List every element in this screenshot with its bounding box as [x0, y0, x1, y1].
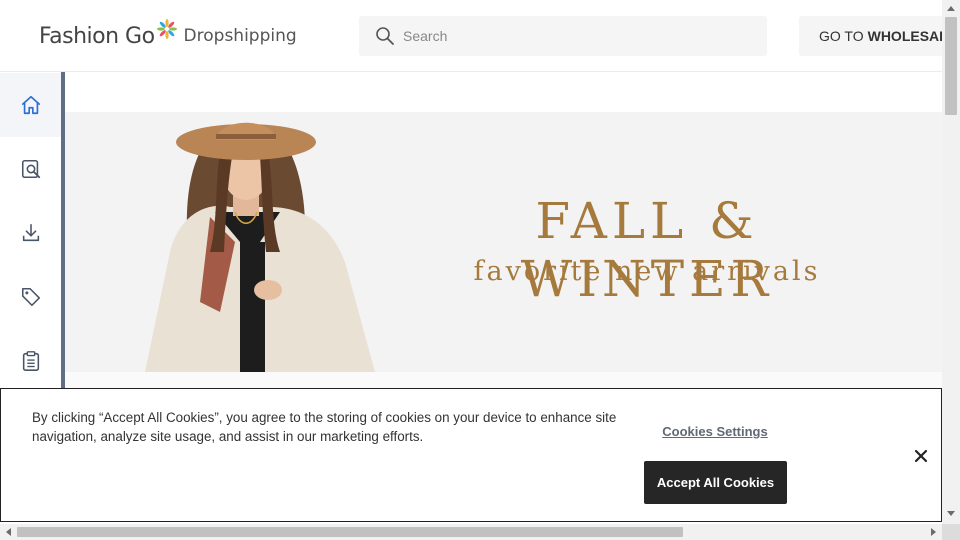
sidebar-item-orders[interactable]: [0, 329, 61, 393]
scroll-left-arrow-icon[interactable]: [6, 528, 11, 536]
download-icon: [22, 223, 39, 242]
close-icon[interactable]: [910, 445, 932, 467]
hero-banner[interactable]: FALL & WINTER favorite new arrivals: [65, 112, 942, 372]
search-document-icon: [21, 159, 40, 179]
scroll-up-arrow-icon[interactable]: [947, 6, 955, 11]
cookie-consent-banner: By clicking “Accept All Cookies”, you ag…: [0, 388, 942, 522]
logo-subtitle: Dropshipping: [183, 26, 297, 46]
model-photo: [145, 122, 375, 372]
vertical-scrollbar[interactable]: [942, 0, 960, 524]
tag-icon: [21, 287, 40, 307]
header: Fashion Go Dropshipping GO TO WHOLESALE: [0, 0, 957, 72]
wholesale-prefix: GO TO: [819, 28, 864, 44]
horizontal-scrollbar-thumb[interactable]: [17, 527, 683, 537]
scroll-right-arrow-icon[interactable]: [931, 528, 936, 536]
scrollbar-corner: [942, 524, 960, 540]
go-to-wholesale-button[interactable]: GO TO WHOLESALE: [799, 16, 957, 56]
accept-all-cookies-button[interactable]: Accept All Cookies: [644, 461, 787, 504]
cookies-settings-link[interactable]: Cookies Settings: [635, 424, 795, 439]
banner-subtitle: favorite new arrivals: [473, 256, 821, 287]
sidebar-item-search[interactable]: [0, 137, 61, 201]
sidebar-nav: [0, 72, 65, 392]
scroll-down-arrow-icon[interactable]: [947, 511, 955, 516]
sidebar-item-home[interactable]: [0, 73, 61, 137]
search-input[interactable]: [403, 28, 743, 44]
logo-text: Fashion Go: [39, 23, 155, 49]
clipboard-icon: [22, 351, 39, 371]
flower-logo-icon: [156, 19, 177, 39]
fashiongo-logo[interactable]: Fashion Go Dropshipping: [39, 18, 297, 54]
horizontal-scrollbar[interactable]: [0, 524, 942, 540]
sidebar-item-tags[interactable]: [0, 265, 61, 329]
home-icon: [21, 95, 40, 115]
banner-title: FALL & WINTER: [520, 192, 774, 308]
sidebar-item-downloads[interactable]: [0, 201, 61, 265]
search-bar[interactable]: [359, 16, 767, 56]
vertical-scrollbar-thumb[interactable]: [945, 17, 957, 115]
cookie-message: By clicking “Accept All Cookies”, you ag…: [32, 410, 617, 444]
search-icon[interactable]: [375, 26, 395, 46]
